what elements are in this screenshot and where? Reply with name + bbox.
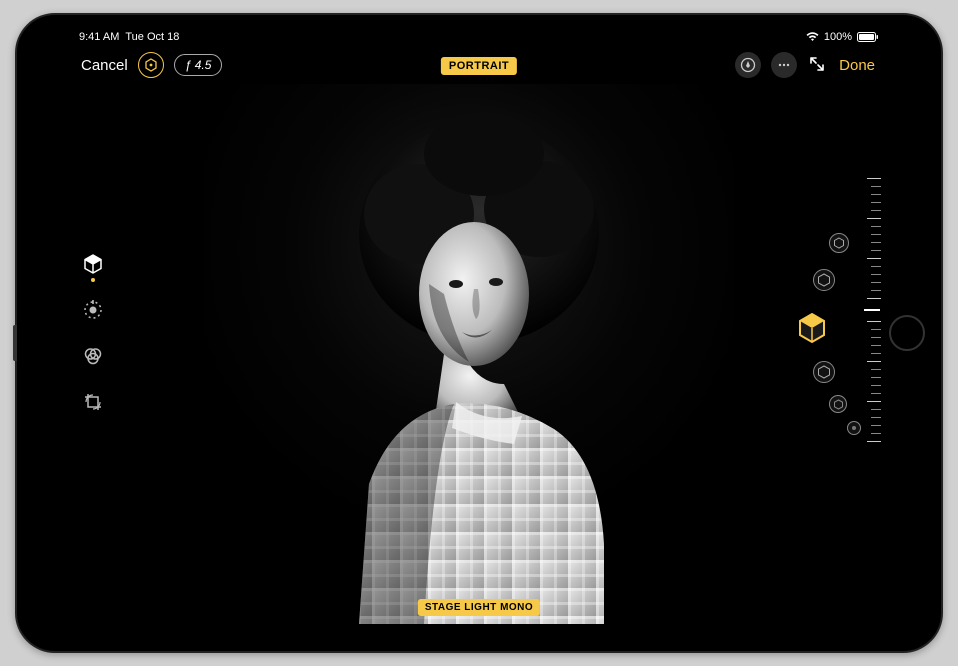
status-time: 9:41 AM (79, 31, 119, 43)
portrait-lighting-tool[interactable] (79, 250, 107, 278)
intensity-slider[interactable] (863, 178, 881, 488)
crop-tool[interactable] (79, 388, 107, 416)
ipad-device-frame: 9:41 AM Tue Oct 18 100% Cancel (15, 13, 943, 653)
cancel-button[interactable]: Cancel (81, 57, 128, 74)
lighting-option-natural[interactable] (829, 233, 849, 253)
cube-icon (82, 253, 104, 275)
slider-thumb[interactable] (864, 309, 880, 311)
f-stop-button[interactable]: ƒ 4.5 (174, 54, 223, 76)
slider-ticks-bottom (863, 321, 881, 442)
photo-canvas[interactable] (204, 84, 734, 624)
markup-pen-icon (740, 57, 756, 73)
hexagon-outline-icon (817, 365, 831, 379)
lighting-options-wheel[interactable] (753, 213, 853, 453)
status-date: Tue Oct 18 (125, 31, 179, 43)
lighting-option-stage-mono-selected[interactable] (795, 311, 829, 345)
editor-top-bar: Cancel ƒ 4.5 PORTRAIT (69, 48, 889, 82)
adjust-dial-icon (82, 299, 104, 321)
wifi-icon (806, 32, 819, 42)
lighting-effect-label: STAGE LIGHT MONO (418, 599, 540, 616)
adjust-tool[interactable] (79, 296, 107, 324)
portrait-lighting-toggle[interactable] (138, 52, 164, 78)
status-battery-pct: 100% (824, 31, 852, 43)
ellipsis-icon (777, 58, 791, 72)
hexagon-outline-icon (833, 237, 845, 249)
hexagon-icon (144, 58, 158, 72)
status-bar: 9:41 AM Tue Oct 18 100% (69, 26, 889, 46)
markup-button[interactable] (735, 52, 761, 78)
active-indicator-dot (91, 278, 95, 282)
screen: 9:41 AM Tue Oct 18 100% Cancel (69, 26, 889, 640)
hexagon-outline-icon (833, 399, 844, 410)
lighting-option-studio[interactable] (813, 269, 835, 291)
mode-badge: PORTRAIT (441, 57, 517, 75)
lighting-option-stage[interactable] (829, 395, 847, 413)
battery-icon (857, 32, 879, 42)
more-button[interactable] (771, 52, 797, 78)
filters-circles-icon (82, 345, 104, 367)
expand-arrows-icon (807, 54, 827, 74)
filters-tool[interactable] (79, 342, 107, 370)
lighting-option-highkey[interactable] (847, 421, 861, 435)
slider-ticks-top (863, 178, 881, 299)
hexagon-selected-icon (795, 311, 829, 345)
f-stop-value: ƒ 4.5 (185, 58, 212, 72)
dot-icon (850, 424, 858, 432)
fullscreen-button[interactable] (807, 54, 827, 77)
done-button[interactable]: Done (837, 57, 877, 74)
home-button[interactable] (889, 315, 925, 351)
portrait-image (204, 84, 734, 624)
lighting-option-contour[interactable] (813, 361, 835, 383)
crop-rotate-icon (82, 391, 104, 413)
hexagon-outline-icon (817, 273, 831, 287)
device-side-button (13, 325, 17, 361)
edit-mode-toolbar (79, 250, 107, 416)
